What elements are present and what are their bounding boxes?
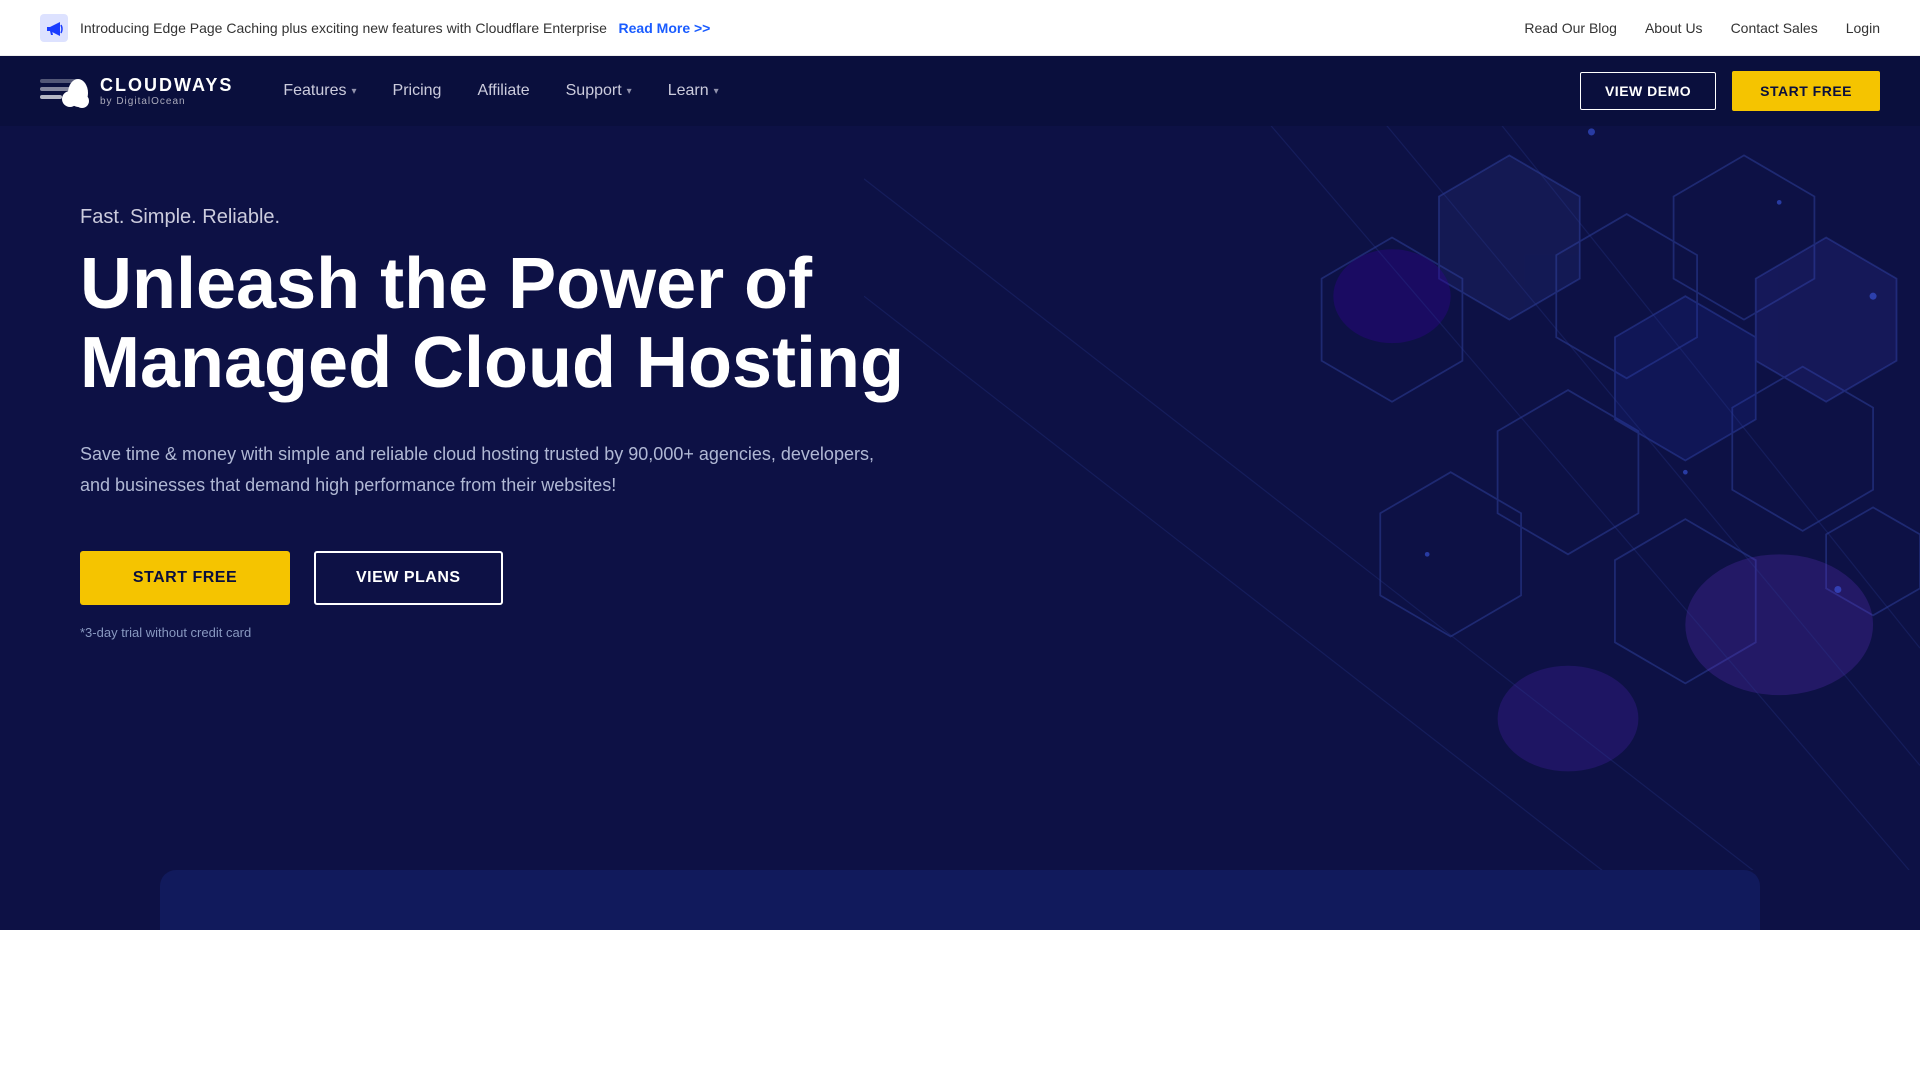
hero-section: Fast. Simple. Reliable. Unleash the Powe… [0,126,1920,870]
hero-description: Save time & money with simple and reliab… [80,439,900,500]
top-bar-links: Read Our Blog About Us Contact Sales Log… [1524,20,1880,36]
hero-tagline: Fast. Simple. Reliable. [80,206,904,229]
nav-item-support[interactable]: Support ▾ [566,82,632,100]
nav-links: Features ▾ Pricing Affiliate Support ▾ [283,82,718,100]
top-link-login[interactable]: Login [1846,20,1880,36]
start-free-nav-button[interactable]: START FREE [1732,71,1880,111]
chevron-down-icon: ▾ [627,86,632,97]
top-link-about[interactable]: About Us [1645,20,1703,36]
logo[interactable]: CLOUDWAYS by DigitalOcean [40,71,233,111]
announcement-text: Introducing Edge Page Caching plus excit… [80,20,710,36]
nav-item-affiliate[interactable]: Affiliate [477,82,529,100]
top-bar: Introducing Edge Page Caching plus excit… [0,0,1920,56]
megaphone-icon [40,14,68,42]
top-link-blog[interactable]: Read Our Blog [1524,20,1617,36]
nav-right: VIEW DEMO START FREE [1580,71,1880,111]
nav-item-features[interactable]: Features ▾ [283,82,356,100]
view-demo-button[interactable]: VIEW DEMO [1580,72,1716,110]
logo-text: CLOUDWAYS by DigitalOcean [100,75,233,107]
hero-content: Fast. Simple. Reliable. Unleash the Powe… [80,206,904,640]
read-more-link[interactable]: Read More >> [619,20,711,36]
hero-buttons: START FREE VIEW PLANS [80,551,904,605]
hero-title: Unleash the Power of Managed Cloud Hosti… [80,245,904,403]
top-link-contact[interactable]: Contact Sales [1731,20,1818,36]
chevron-down-icon: ▾ [714,86,719,97]
main-nav: CLOUDWAYS by DigitalOcean Features ▾ Pri… [0,56,1920,126]
chevron-down-icon: ▾ [352,86,357,97]
announcement-section: Introducing Edge Page Caching plus excit… [40,14,710,42]
nav-item-pricing[interactable]: Pricing [393,82,442,100]
nav-item-learn[interactable]: Learn ▾ [668,82,719,100]
hero-background [864,126,1920,870]
logo-icon [40,71,90,111]
nav-left: CLOUDWAYS by DigitalOcean Features ▾ Pri… [40,71,719,111]
view-plans-button[interactable]: VIEW PLANS [314,551,503,605]
start-free-hero-button[interactable]: START FREE [80,551,290,605]
trial-note: *3-day trial without credit card [80,625,904,640]
bottom-card-hint [160,870,1760,930]
